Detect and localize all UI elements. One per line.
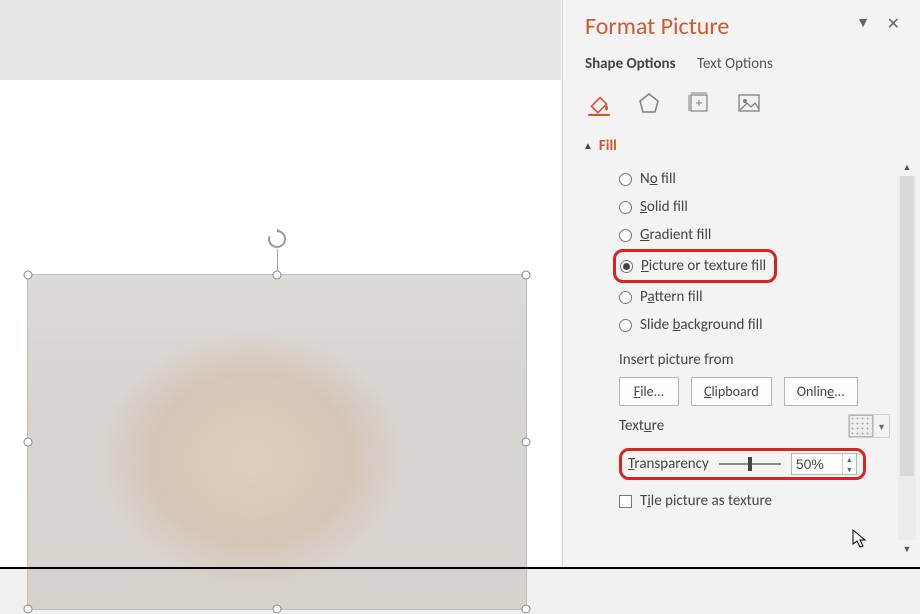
fill-section: ▲ Fill No fill Solid fill Gradient fill … [563,133,920,510]
insert-clipboard-button[interactable]: Clipboard [691,377,772,406]
spinner-up-icon[interactable]: ▲ [843,454,856,464]
size-icon[interactable] [685,89,713,117]
resize-handle-se[interactable] [522,605,531,614]
fill-options: No fill Solid fill Gradient fill Picture… [583,159,890,341]
panel-options-dropdown[interactable]: ▼ [856,14,870,31]
fill-option-none[interactable]: No fill [619,165,890,193]
insert-file-button[interactable]: File... [619,377,679,406]
picture-icon[interactable] [735,89,763,117]
panel-scrollbar[interactable]: ▲ ▼ [898,158,916,558]
slide-canvas [0,0,561,567]
scroll-track[interactable] [898,176,916,540]
slide [0,80,561,567]
rotation-handle[interactable] [265,227,289,251]
chevron-down-icon: ▾ [873,415,889,437]
fill-option-slide-bg[interactable]: Slide background fill [619,311,890,339]
resize-handle-ne[interactable] [522,271,531,280]
insert-picture-label: Insert picture from [619,351,890,369]
texture-swatch-icon [849,415,873,437]
insert-picture-group: Insert picture from File... Clipboard On… [583,341,890,510]
scroll-up-icon[interactable]: ▲ [898,158,916,176]
scroll-down-icon[interactable]: ▼ [898,540,916,558]
resize-handle-s[interactable] [273,605,282,614]
resize-handle-sw[interactable] [24,605,33,614]
tab-shape-options[interactable]: Shape Options [585,55,676,77]
tile-checkbox-row[interactable]: Tile picture as texture [619,492,890,510]
radio-icon [620,260,633,273]
texture-picker[interactable]: ▾ [848,414,890,438]
texture-label: Texture [619,417,664,435]
resize-handle-nw[interactable] [24,271,33,280]
transparency-slider[interactable] [719,456,781,472]
transparency-input[interactable] [792,456,842,472]
pentagon-icon[interactable] [635,89,663,117]
resize-handle-n[interactable] [273,271,282,280]
mouse-cursor-icon [852,529,868,549]
texture-row: Texture ▾ [619,414,890,438]
fill-section-header[interactable]: ▲ Fill [583,133,890,159]
insert-online-button[interactable]: Online... [784,377,858,406]
radio-icon [619,229,632,242]
resize-handle-w[interactable] [24,438,33,447]
panel-tabs: Shape Options Text Options [563,49,920,77]
radio-icon [619,201,632,214]
category-icons [563,77,920,127]
slider-thumb[interactable] [748,457,752,471]
radio-icon [619,173,632,186]
panel-title: Format Picture [585,12,729,41]
resize-handle-e[interactable] [522,438,531,447]
fill-option-pattern[interactable]: Pattern fill [619,283,890,311]
fill-option-gradient[interactable]: Gradient fill [619,221,890,249]
transparency-row-highlight: Transparency ▲ ▼ [619,448,866,480]
fill-heading: Fill [599,137,617,155]
transparency-spinner[interactable]: ▲ ▼ [791,453,857,475]
paint-bucket-icon[interactable] [585,89,613,117]
selected-picture[interactable] [28,275,526,609]
spinner-down-icon[interactable]: ▼ [843,464,856,474]
panel-close-button[interactable]: ✕ [887,14,900,34]
transparency-overlay [28,275,526,609]
checkbox-icon [619,495,632,508]
tile-label: Tile picture as texture [640,492,772,510]
tab-text-options[interactable]: Text Options [697,55,773,77]
collapse-triangle-icon: ▲ [583,139,593,152]
fill-option-picture-highlight: Picture or texture fill [613,249,777,283]
scroll-thumb[interactable] [900,176,914,476]
format-picture-panel: Format Picture ▼ ✕ Shape Options Text Op… [562,0,920,567]
transparency-label: Transparency [628,455,709,473]
radio-icon [619,291,632,304]
fill-option-solid[interactable]: Solid fill [619,193,890,221]
radio-icon [619,319,632,332]
fill-option-picture[interactable]: Picture or texture fill [620,254,766,278]
